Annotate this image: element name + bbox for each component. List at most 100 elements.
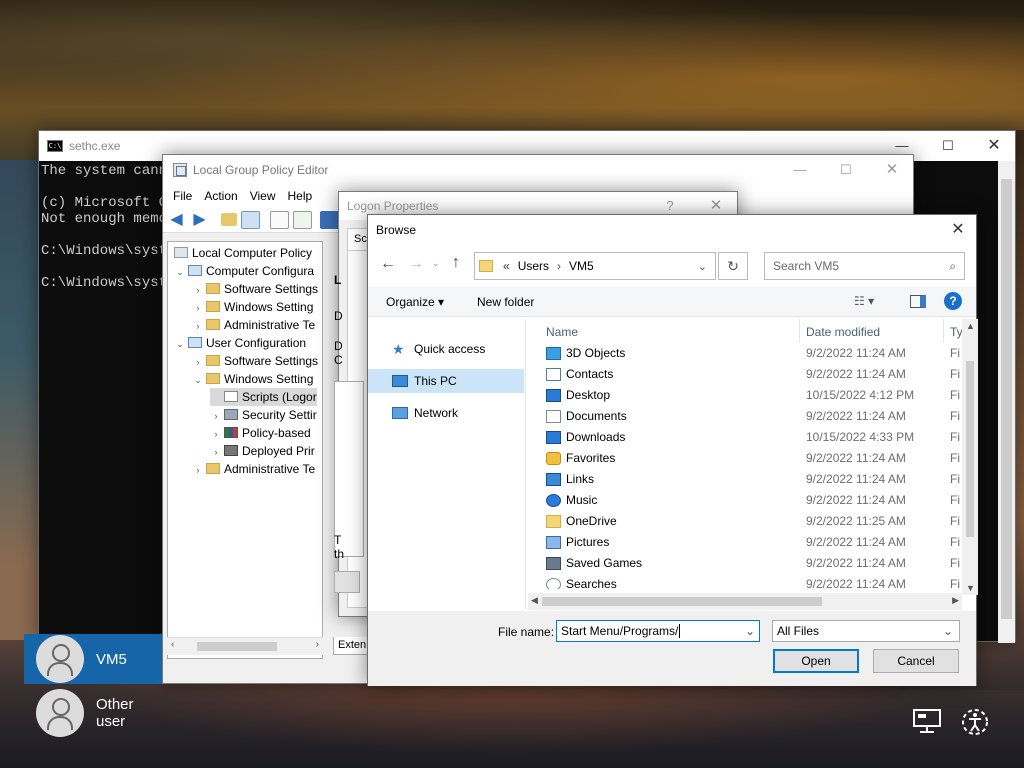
column-date-modified[interactable]: Date modified [806, 325, 880, 339]
nav-quick-access[interactable]: ★ Quick access [368, 337, 524, 361]
tree-item-windows-settings[interactable]: ⌄ Windows Setting [192, 370, 313, 388]
up-arrow-icon[interactable]: ↑ [452, 254, 460, 272]
vertical-scrollbar[interactable]: ▲ ▼ [962, 319, 978, 595]
preview-pane-icon[interactable] [910, 295, 926, 308]
browse-dialog[interactable]: Browse ✕ ← → ⌄ ↑ « Users › VM5 ⌄ ↻ Searc… [367, 214, 978, 686]
horizontal-scrollbar[interactable]: ◀ ▶ [528, 593, 962, 610]
address-bar[interactable]: « Users › VM5 ⌄ [474, 252, 716, 280]
scroll-left-icon[interactable]: ◀ [531, 595, 538, 606]
chevron-down-icon[interactable]: ⌄ [698, 260, 707, 273]
column-type[interactable]: Ty [950, 325, 963, 339]
tree-item-scripts-logon[interactable]: Scripts (Logor [210, 388, 317, 406]
recent-locations-icon[interactable]: ⌄ [432, 258, 440, 269]
menu-action[interactable]: Action [198, 185, 243, 207]
tree-item-administrative-templates[interactable]: › Administrative Te [192, 316, 316, 335]
browse-titlebar[interactable]: Browse ✕ [368, 215, 976, 245]
file-row[interactable]: Downloads 10/15/2022 4:33 PM Fi [528, 427, 964, 448]
close-icon[interactable]: ✕ [869, 155, 915, 185]
up-folder-icon[interactable] [221, 213, 237, 226]
chevron-down-icon[interactable]: ⌄ [745, 621, 755, 641]
back-arrow-icon[interactable]: ◀ [167, 211, 186, 229]
navigation-pane[interactable]: ★ Quick access This PC Network [368, 319, 526, 609]
chevron-right-icon[interactable]: › [192, 353, 204, 371]
file-type-select[interactable]: All Files ⌄ [772, 620, 960, 642]
breadcrumb-users[interactable]: Users [518, 259, 549, 273]
show-files-button[interactable] [334, 571, 360, 593]
chevron-right-icon[interactable]: › [210, 443, 222, 461]
policy-tree[interactable]: Local Computer Policy ⌄ Computer Configur… [167, 241, 323, 659]
tree-item-user-configuration[interactable]: ⌄ User Configuration [174, 334, 306, 352]
tree-item-software-settings[interactable]: › Software Settings [192, 280, 319, 299]
file-row[interactable]: Music 9/2/2022 11:24 AM Fi [528, 490, 964, 511]
file-list[interactable]: Name ⌃ Date modified Ty 3D Objects 9/2/20… [528, 319, 964, 589]
file-row[interactable]: Favorites 9/2/2022 11:24 AM Fi [528, 448, 964, 469]
file-row[interactable]: 3D Objects 9/2/2022 11:24 AM Fi [528, 343, 964, 364]
tree-item-administrative-templates[interactable]: › Administrative Te [192, 460, 316, 479]
menu-view[interactable]: View [244, 185, 282, 207]
menu-file[interactable]: File [167, 185, 198, 207]
refresh-icon[interactable]: ↻ [718, 252, 748, 280]
tree-item-local-computer-policy[interactable]: Local Computer Policy [172, 244, 312, 262]
chevron-down-icon[interactable]: ⌄ [174, 263, 186, 281]
file-row[interactable]: Links 9/2/2022 11:24 AM Fi [528, 469, 964, 490]
chevron-right-icon[interactable]: › [192, 461, 204, 479]
maximize-icon[interactable]: ☐ [823, 155, 869, 185]
file-row[interactable]: Desktop 10/15/2022 4:12 PM Fi [528, 385, 964, 406]
chevron-down-icon[interactable]: ⌄ [174, 335, 186, 353]
tree-horizontal-scrollbar[interactable]: ‹ › [167, 637, 323, 655]
scroll-right-icon[interactable]: ▶ [952, 595, 959, 606]
file-row[interactable]: Pictures 9/2/2022 11:24 AM Fi [528, 532, 964, 553]
file-row[interactable]: OneDrive 9/2/2022 11:25 AM Fi [528, 511, 964, 532]
console-output[interactable]: The system canno (c) Microsoft Co Not eno… [39, 161, 177, 293]
breadcrumb-vm5[interactable]: VM5 [569, 259, 594, 273]
open-button[interactable]: Open [773, 649, 859, 673]
tree-item-windows-settings[interactable]: › Windows Setting [192, 298, 314, 317]
organize-button[interactable]: Organize ▾ [386, 295, 444, 309]
cmd-scrollbar[interactable] [998, 161, 1015, 643]
user-tile-vm5[interactable]: VM5 [24, 634, 162, 684]
show-hide-tree-icon[interactable] [241, 210, 260, 229]
nav-network[interactable]: Network [368, 401, 524, 425]
chevron-down-icon[interactable]: ⌄ [192, 371, 204, 389]
minimize-icon[interactable]: — [777, 155, 823, 185]
forward-arrow-icon[interactable]: ▶ [190, 211, 209, 229]
tree-item-security-settings[interactable]: › Security Settir [210, 406, 317, 424]
scroll-left-icon[interactable]: ‹ [171, 639, 174, 650]
chevron-right-icon[interactable]: › [210, 407, 222, 425]
nav-this-pc[interactable]: This PC [368, 369, 524, 393]
tree-item-policy-based[interactable]: › Policy-based [210, 424, 311, 442]
file-name-input[interactable]: Start Menu/Programs/ ⌄ [556, 620, 760, 642]
accessibility-icon[interactable] [958, 704, 992, 738]
scroll-down-icon[interactable]: ▼ [966, 583, 975, 593]
view-options-icon[interactable]: ☷ ▾ [854, 294, 874, 308]
chevron-right-icon[interactable]: › [192, 317, 204, 335]
tree-item-computer-configuration[interactable]: ⌄ Computer Configura [174, 262, 314, 280]
properties-icon[interactable] [270, 210, 289, 229]
network-icon[interactable] [910, 704, 944, 738]
maximize-icon[interactable]: ☐ [925, 131, 971, 161]
cancel-button[interactable]: Cancel [873, 649, 959, 673]
gpe-titlebar[interactable]: Local Group Policy Editor — ☐ ✕ [163, 155, 913, 185]
chevron-right-icon[interactable]: › [192, 299, 204, 317]
chevron-right-icon[interactable]: › [210, 425, 222, 443]
file-row[interactable]: Contacts 9/2/2022 11:24 AM Fi [528, 364, 964, 385]
export-list-icon[interactable] [293, 210, 312, 229]
column-name[interactable]: Name [546, 325, 578, 339]
close-icon[interactable]: ✕ [971, 131, 1017, 161]
file-row[interactable]: Documents 9/2/2022 11:24 AM Fi [528, 406, 964, 427]
scroll-right-icon[interactable]: › [316, 639, 319, 650]
tree-item-software-settings[interactable]: › Software Settings [192, 352, 319, 371]
chevron-right-icon[interactable]: › [192, 281, 204, 299]
scroll-thumb[interactable] [1001, 179, 1012, 619]
scroll-thumb[interactable] [966, 361, 974, 537]
new-folder-button[interactable]: New folder [477, 295, 534, 309]
back-arrow-icon[interactable]: ← [380, 255, 396, 273]
scripts-list[interactable] [334, 381, 364, 557]
forward-arrow-icon[interactable]: → [408, 255, 424, 273]
user-tile-other-user[interactable]: Other user [24, 688, 162, 738]
tree-item-deployed-printers[interactable]: › Deployed Prir [210, 442, 315, 460]
menu-help[interactable]: Help [282, 185, 319, 207]
column-separator[interactable] [943, 319, 944, 343]
scroll-thumb[interactable] [197, 642, 277, 651]
scroll-up-icon[interactable]: ▲ [966, 321, 975, 331]
